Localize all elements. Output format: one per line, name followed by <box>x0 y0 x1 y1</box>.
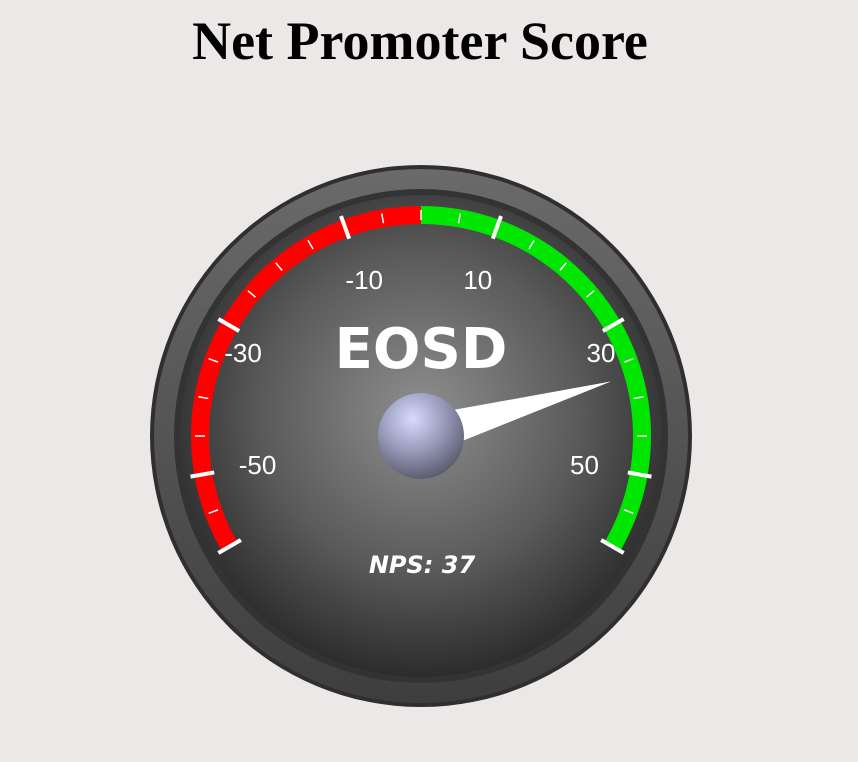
tick-label: -50 <box>239 450 277 480</box>
tick-label: 30 <box>587 338 616 368</box>
gauge-chart: -50 -30 -10 10 30 50 EOSD NPS: 37 <box>0 0 858 762</box>
tick-label: 10 <box>463 265 492 295</box>
gauge-svg: -50 -30 -10 10 30 50 EOSD NPS: 37 <box>150 165 692 707</box>
tick-label: 50 <box>570 450 599 480</box>
gauge-value-label: NPS: 37 <box>369 551 476 579</box>
tick-label: -10 <box>345 265 383 295</box>
gauge-hub <box>378 393 464 479</box>
tick-label: -30 <box>224 338 262 368</box>
gauge-name: EOSD <box>335 317 508 382</box>
